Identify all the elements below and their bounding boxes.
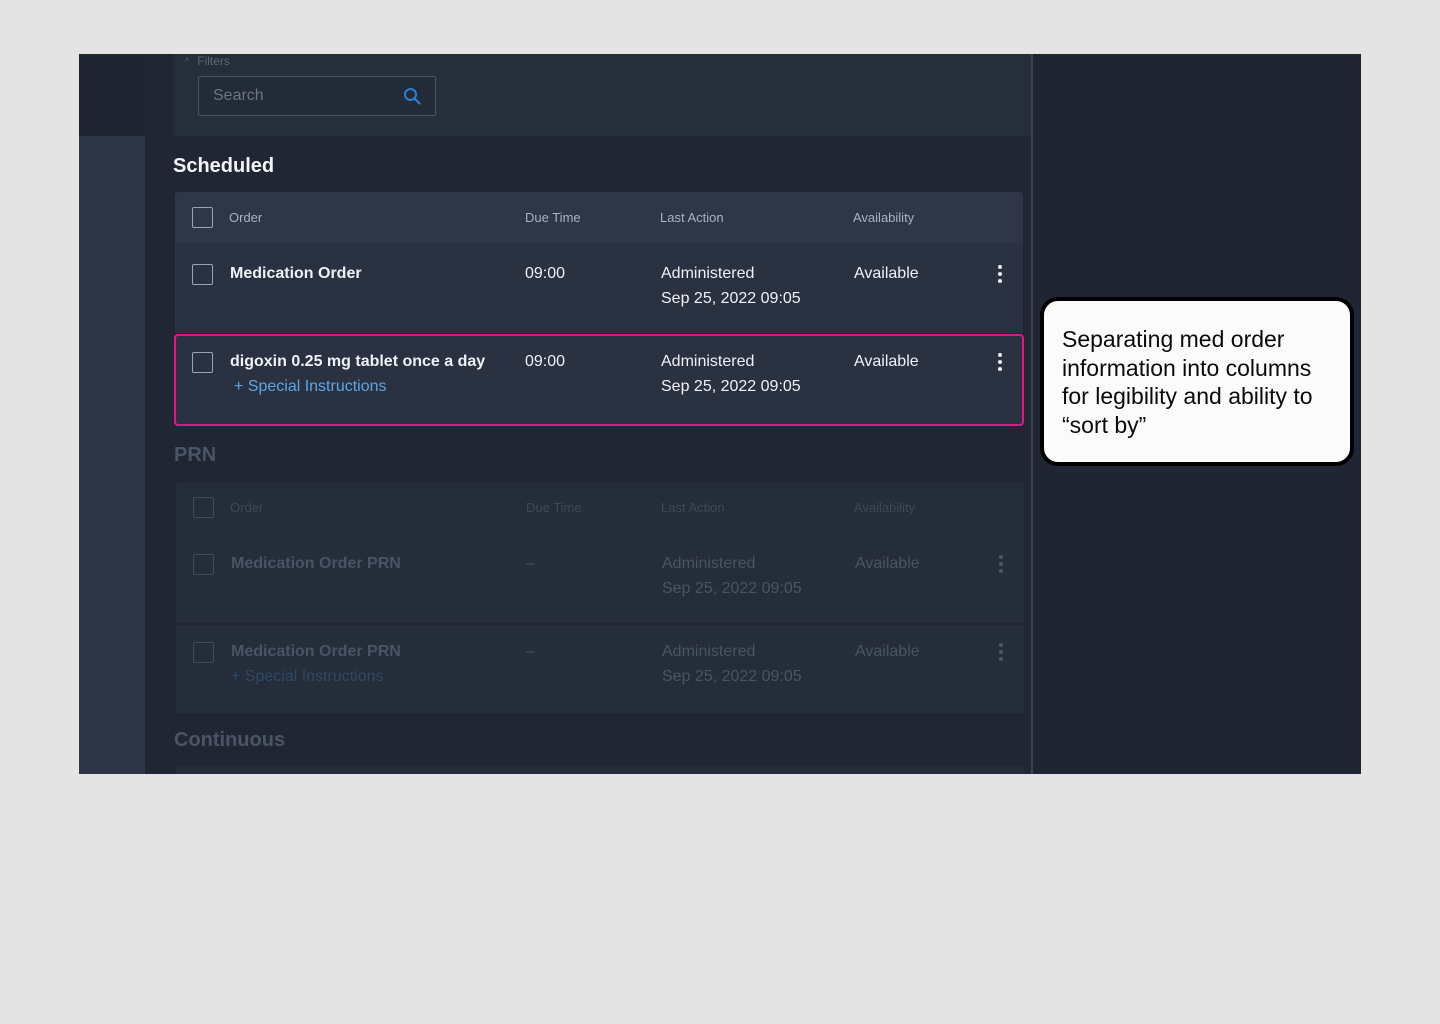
more-vertical-icon[interactable] <box>997 353 1003 371</box>
annotation-text: Separating med order information into co… <box>1062 326 1313 438</box>
last-action: Administered Sep 25, 2022 09:05 <box>661 261 801 311</box>
special-instructions-link[interactable]: + Special Instructions <box>234 374 387 399</box>
section-title-continuous: Continuous <box>174 729 286 751</box>
column-header-order[interactable]: Order <box>229 192 262 243</box>
table-row[interactable]: Medication Order 09:00 Administered Sep … <box>175 243 1023 333</box>
more-vertical-icon[interactable] <box>998 555 1004 573</box>
order-name: digoxin 0.25 mg tablet once a day <box>230 353 486 370</box>
column-header-availability[interactable]: Availability <box>853 192 914 243</box>
availability: Available <box>855 643 920 660</box>
column-header-due-time[interactable]: Due Time <box>525 192 581 243</box>
column-header-order[interactable]: Order <box>230 482 263 533</box>
select-all-checkbox[interactable] <box>192 207 213 228</box>
availability: Available <box>855 555 920 572</box>
annotation-callout: Separating med order information into co… <box>1040 297 1354 466</box>
section-title-scheduled: Scheduled <box>173 155 275 177</box>
last-action-status: Administered <box>661 265 755 282</box>
special-instructions-link[interactable]: + Special Instructions <box>231 664 384 689</box>
table-row-highlighted[interactable]: digoxin 0.25 mg tablet once a day + Spec… <box>174 334 1024 426</box>
due-time: 09:00 <box>525 353 566 370</box>
last-action: Administered Sep 25, 2022 09:05 <box>662 639 802 689</box>
medication-orders-panel: ^ Filters Scheduled Order Due Time Last … <box>145 54 1031 774</box>
filters-toggle[interactable]: ^ Filters <box>185 54 230 68</box>
row-checkbox[interactable] <box>193 642 214 663</box>
column-header-last-action[interactable]: Last Action <box>660 192 724 243</box>
more-vertical-icon[interactable] <box>997 265 1003 283</box>
row-checkbox[interactable] <box>192 352 213 373</box>
due-time: – <box>526 643 535 660</box>
last-action-time: Sep 25, 2022 09:05 <box>661 378 801 395</box>
scheduled-table: Order Due Time Last Action Availability … <box>174 192 1024 426</box>
order-name: Medication Order PRN <box>231 643 401 660</box>
search-icon[interactable] <box>403 87 421 105</box>
column-header-last-action[interactable]: Last Action <box>661 482 725 533</box>
column-header-availability[interactable]: Availability <box>854 482 915 533</box>
section-title-prn: PRN <box>174 444 217 466</box>
filter-card: ^ Filters <box>173 54 1031 136</box>
availability: Available <box>854 265 919 282</box>
due-time: 09:00 <box>525 265 566 282</box>
prn-table: Order Due Time Last Action Availability … <box>176 482 1024 713</box>
row-checkbox[interactable] <box>192 264 213 285</box>
left-navigation-rail <box>79 136 145 774</box>
last-action-time: Sep 25, 2022 09:05 <box>662 580 802 597</box>
chevron-up-icon: ^ <box>185 56 190 66</box>
filters-label: Filters <box>197 54 230 68</box>
order-name: Medication Order <box>230 265 362 282</box>
last-action: Administered Sep 25, 2022 09:05 <box>661 349 801 399</box>
last-action-status: Administered <box>661 353 755 370</box>
more-vertical-icon[interactable] <box>998 643 1004 661</box>
select-all-checkbox[interactable] <box>193 497 214 518</box>
row-checkbox[interactable] <box>193 554 214 575</box>
table-header: Order Due Time Last Action Availability <box>175 192 1023 243</box>
last-action: Administered Sep 25, 2022 09:05 <box>662 551 802 601</box>
column-header-due-time[interactable]: Due Time <box>526 482 582 533</box>
due-time: – <box>526 555 535 572</box>
table-header: Order Due Time Last Action Availability <box>176 482 1024 533</box>
top-left-corner <box>79 54 145 136</box>
last-action-status: Administered <box>662 555 756 572</box>
last-action-status: Administered <box>662 643 756 660</box>
table-row[interactable]: Medication Order PRN + Special Instructi… <box>176 625 1024 713</box>
table-row[interactable]: Medication Order PRN – Administered Sep … <box>176 533 1024 623</box>
last-action-time: Sep 25, 2022 09:05 <box>662 668 802 685</box>
search-field[interactable] <box>198 76 436 116</box>
last-action-time: Sep 25, 2022 09:05 <box>661 290 801 307</box>
continuous-table-edge <box>176 766 1024 774</box>
search-input[interactable] <box>213 77 393 115</box>
order-name: Medication Order PRN <box>231 555 401 572</box>
availability: Available <box>854 353 919 370</box>
